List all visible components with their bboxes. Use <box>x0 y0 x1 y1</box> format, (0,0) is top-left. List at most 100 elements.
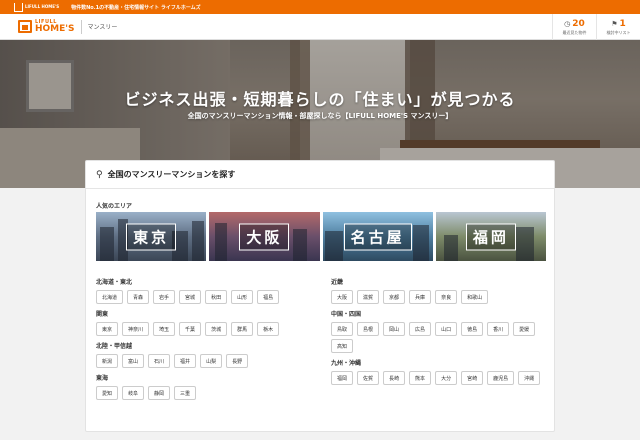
area-osaka[interactable]: 大阪 <box>209 212 320 261</box>
prefecture-button[interactable]: 茨城 <box>205 322 228 336</box>
mini-logo-text: LIFULL HOME'S <box>25 4 60 9</box>
prefecture-button[interactable]: 和歌山 <box>461 290 489 304</box>
prefecture-button[interactable]: 静岡 <box>148 386 171 400</box>
prefecture-button[interactable]: 千葉 <box>179 322 202 336</box>
hero-subtitle: 全国のマンスリーマンション情報・部屋探しなら【LIFULL HOME'S マンス… <box>187 112 453 120</box>
prefecture-button[interactable]: 香川 <box>487 322 510 336</box>
prefecture-list: 福岡 佐賀 長崎 熊本 大分 宮崎 鹿児島 沖縄 <box>331 371 546 385</box>
regions-right: 近畿大阪 滋賀 京都 兵庫 奈良 和歌山中国・四国鳥取 島根 岡山 広島 山口 徳島 香川 愛媛高知九州… <box>331 277 546 390</box>
header-divider <box>80 19 82 34</box>
clock-icon: ◷ <box>564 19 571 28</box>
prefecture-list: 東京 神奈川 埼玉 千葉 茨城 群馬 栃木 <box>96 322 311 336</box>
prefecture-button[interactable]: 高知 <box>331 339 354 353</box>
site-tagline: 物件数No.1の不動産・住宅情報サイト ライフルホームズ <box>71 4 201 11</box>
recent-viewed-button[interactable]: ◷ 20 最近見た物件 <box>552 14 596 40</box>
mini-logo[interactable]: LIFULL HOME'S <box>14 2 60 12</box>
prefecture-button[interactable]: 京都 <box>383 290 406 304</box>
prefecture-button[interactable]: 島根 <box>357 322 380 336</box>
favorites-button[interactable]: ⚑ 1 検討中リスト <box>596 14 640 40</box>
prefecture-button[interactable]: 秋田 <box>205 290 228 304</box>
prefecture-button[interactable]: 鳥取 <box>331 322 354 336</box>
favorites-label: 検討中リスト <box>606 29 631 35</box>
logo-line2: HOME'S <box>35 23 75 34</box>
favorites-count: 1 <box>619 18 626 29</box>
prefecture-button[interactable]: 群馬 <box>231 322 254 336</box>
prefecture-button[interactable]: 富山 <box>122 354 145 368</box>
region-name: 近畿 <box>331 279 344 286</box>
recent-count: 20 <box>572 18 585 29</box>
prefecture-button[interactable]: 埼玉 <box>153 322 176 336</box>
prefecture-button[interactable]: 福井 <box>174 354 197 368</box>
area-fukuoka[interactable]: 福岡 <box>435 212 546 261</box>
prefecture-button[interactable]: 大分 <box>435 371 458 385</box>
region-group: 中国・四国鳥取 島根 岡山 広島 山口 徳島 香川 愛媛高知 <box>331 309 546 353</box>
prefecture-button[interactable]: 熊本 <box>409 371 432 385</box>
popular-areas-title: 人気のエリア <box>96 203 133 210</box>
prefecture-button[interactable]: 佐賀 <box>357 371 380 385</box>
area-label: 東京 <box>126 223 177 250</box>
prefecture-button[interactable]: 北海道 <box>96 290 124 304</box>
prefecture-button[interactable]: 福島 <box>257 290 280 304</box>
region-name: 東海 <box>96 375 109 382</box>
search-card: ⚲ 全国のマンスリーマンションを探す 人気のエリア 東京 大阪 名古屋 福岡 北… <box>85 160 555 432</box>
house-icon <box>14 2 23 12</box>
prefecture-button[interactable]: 大阪 <box>331 290 354 304</box>
prefecture-button[interactable]: 岐阜 <box>122 386 145 400</box>
search-card-header: ⚲ 全国のマンスリーマンションを探す <box>86 161 554 189</box>
region-group: 北陸・甲信越 新潟 富山 石川 福井 山梨 長野 <box>96 341 311 368</box>
prefecture-button[interactable]: 青森 <box>127 290 150 304</box>
prefecture-list: 新潟 富山 石川 福井 山梨 長野 <box>96 354 311 368</box>
hero-title: ビジネス出張・短期暮らしの「住まい」が見つかる <box>124 90 516 109</box>
region-name: 関東 <box>96 311 109 318</box>
prefecture-button[interactable]: 山梨 <box>200 354 223 368</box>
prefecture-button[interactable]: 山口 <box>435 322 458 336</box>
prefecture-button[interactable]: 神奈川 <box>122 322 150 336</box>
search-icon: ⚲ <box>96 169 103 180</box>
prefecture-button[interactable]: 栃木 <box>257 322 280 336</box>
region-group: 九州・沖縄福岡 佐賀 長崎 熊本 大分 宮崎 鹿児島 沖縄 <box>331 358 546 385</box>
region-name: 中国・四国 <box>331 311 362 318</box>
prefecture-button[interactable]: 長野 <box>226 354 249 368</box>
prefecture-list: 鳥取 島根 岡山 広島 山口 徳島 香川 愛媛高知 <box>331 322 546 353</box>
prefecture-list: 愛知 岐阜 静岡 三重 <box>96 386 311 400</box>
bookmark-icon: ⚑ <box>611 19 618 28</box>
top-banner: LIFULL HOME'S 物件数No.1の不動産・住宅情報サイト ライフルホー… <box>0 0 640 14</box>
region-group: 北海道・東北北海道 青森 岩手 宮城 秋田 山形 福島 <box>96 277 311 304</box>
prefecture-button[interactable]: 兵庫 <box>409 290 432 304</box>
area-label: 名古屋 <box>343 223 412 250</box>
area-tokyo[interactable]: 東京 <box>96 212 207 261</box>
area-nagoya[interactable]: 名古屋 <box>322 212 433 261</box>
prefecture-button[interactable]: 岩手 <box>153 290 176 304</box>
prefecture-button[interactable]: 新潟 <box>96 354 119 368</box>
prefecture-button[interactable]: 石川 <box>148 354 171 368</box>
prefecture-button[interactable]: 鹿児島 <box>487 371 515 385</box>
prefecture-button[interactable]: 三重 <box>174 386 197 400</box>
service-name[interactable]: マンスリー <box>88 22 118 31</box>
prefecture-button[interactable]: 山形 <box>231 290 254 304</box>
prefecture-button[interactable]: 長崎 <box>383 371 406 385</box>
prefecture-button[interactable]: 愛媛 <box>513 322 536 336</box>
prefecture-button[interactable]: 奈良 <box>435 290 458 304</box>
region-name: 北海道・東北 <box>96 279 133 286</box>
prefecture-button[interactable]: 広島 <box>409 322 432 336</box>
region-group: 近畿大阪 滋賀 京都 兵庫 奈良 和歌山 <box>331 277 546 304</box>
prefecture-button[interactable]: 福岡 <box>331 371 354 385</box>
prefecture-button[interactable]: 滋賀 <box>357 290 380 304</box>
region-group: 東海愛知 岐阜 静岡 三重 <box>96 373 311 400</box>
prefecture-button[interactable]: 愛知 <box>96 386 119 400</box>
region-group: 関東東京 神奈川 埼玉 千葉 茨城 群馬 栃木 <box>96 309 311 336</box>
search-heading: 全国のマンスリーマンションを探す <box>107 170 236 179</box>
prefecture-button[interactable]: 沖縄 <box>518 371 541 385</box>
header: LIFULL HOME'S マンスリー ◷ 20 最近見た物件 ⚑ 1 検討中リ… <box>0 14 640 40</box>
region-name: 九州・沖縄 <box>331 360 362 367</box>
area-label: 大阪 <box>239 223 290 250</box>
site-logo[interactable]: LIFULL HOME'S <box>18 14 75 40</box>
prefecture-button[interactable]: 東京 <box>96 322 119 336</box>
recent-label: 最近見た物件 <box>562 29 587 35</box>
popular-areas: 東京 大阪 名古屋 福岡 <box>96 212 546 261</box>
prefecture-button[interactable]: 宮崎 <box>461 371 484 385</box>
prefecture-list: 大阪 滋賀 京都 兵庫 奈良 和歌山 <box>331 290 546 304</box>
prefecture-button[interactable]: 徳島 <box>461 322 484 336</box>
prefecture-button[interactable]: 岡山 <box>383 322 406 336</box>
prefecture-button[interactable]: 宮城 <box>179 290 202 304</box>
